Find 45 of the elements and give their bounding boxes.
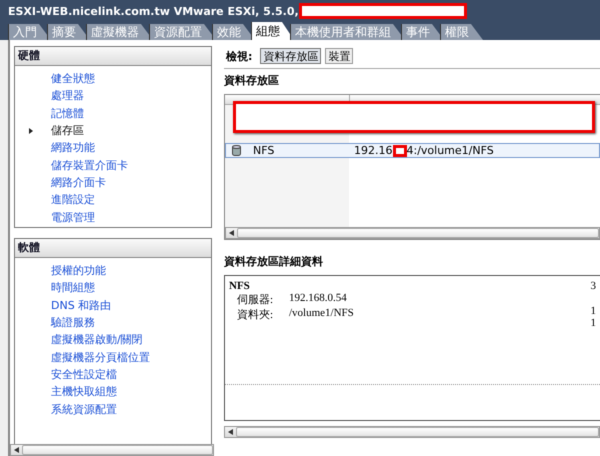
section-title: 資料存放區 — [224, 73, 280, 88]
field-label: 資料夾: — [237, 308, 274, 322]
sidebar-link[interactable]: 主機快取組態 — [51, 384, 117, 400]
datastore-name: NFS — [229, 280, 251, 292]
datastore-row[interactable]: NFS 192.16 4:/volume1/NFS — [225, 143, 600, 158]
window-title: ESXI-WEB.nicelink.com.tw VMware ESXi, 5.5.0, — [8, 4, 299, 18]
view-toggle-button[interactable]: 資料存放區 — [260, 48, 322, 64]
sidebar-link[interactable]: 記憶體 — [51, 106, 84, 121]
sidebar-link[interactable]: 時間組態 — [51, 280, 95, 296]
sidebar-link[interactable]: 系統資源配置 — [51, 402, 117, 417]
sidebar-link[interactable]: 電源管理 — [51, 210, 95, 225]
sidebar-link[interactable]: 儲存裝置介面卡 — [51, 158, 128, 173]
device-path: 4:/volume1/NFS — [406, 144, 494, 157]
device-path: 192.16 — [354, 144, 392, 157]
field-value: /volume1/NFS — [289, 307, 354, 321]
scroll-left-arrow-icon[interactable] — [14, 447, 19, 453]
database-icon — [232, 145, 241, 156]
sidebar-link[interactable]: 網路介面卡 — [51, 174, 106, 190]
section-title: 資料存放區詳細資料 — [224, 254, 324, 269]
panel-heading: 硬體 — [15, 47, 211, 66]
scroll-left-arrow-icon[interactable] — [229, 230, 234, 236]
sidebar-link[interactable]: 虛擬機器分頁檔位置 — [51, 350, 150, 365]
datastore-name: NFS — [253, 144, 274, 157]
sidebar-link[interactable]: 安全性設定檔 — [51, 366, 117, 382]
sidebar-link[interactable]: DNS 和路由 — [51, 298, 112, 313]
field-label: 伺服器: — [237, 293, 274, 307]
detail-value: 1 — [590, 305, 596, 317]
detail-value: 3 — [590, 280, 596, 292]
panel-heading: 軟體 — [15, 239, 211, 258]
sidebar-link[interactable]: 網路功能 — [51, 140, 95, 156]
sidebar-link[interactable]: 處理器 — [51, 88, 84, 104]
scrollbar-thumb[interactable] — [237, 228, 599, 238]
sidebar-link[interactable]: 授權的功能 — [51, 263, 106, 278]
view-label: 檢視: — [226, 48, 252, 64]
field-value: 192.168.0.54 — [289, 292, 347, 306]
sidebar-link[interactable]: 健全狀態 — [51, 71, 95, 86]
sidebar-link[interactable]: 進階設定 — [51, 192, 95, 208]
sidebar-link[interactable]: 驗證服務 — [51, 315, 95, 330]
scrollbar-thumb[interactable] — [236, 427, 599, 437]
view-toggle-button[interactable]: 裝置 — [325, 48, 354, 64]
scrollbar-thumb[interactable] — [22, 445, 213, 455]
detail-value: 1 — [590, 317, 596, 329]
sidebar-link[interactable]: 儲存區 — [51, 123, 84, 138]
scroll-left-arrow-icon[interactable] — [228, 429, 233, 435]
sidebar-link[interactable]: 虛擬機器啟動/關閉 — [51, 332, 143, 348]
